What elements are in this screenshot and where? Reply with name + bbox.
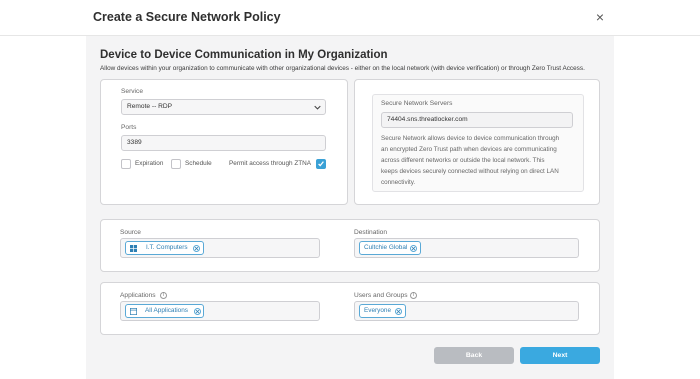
ztna-label: Permit access through ZTNA [229,160,312,167]
sns-input[interactable]: 74404.sns.threatlocker.com [381,112,573,128]
section-description: Allow devices within your organization t… [100,65,585,72]
remove-tag-icon[interactable] [395,307,402,315]
source-field[interactable]: I.T. Computers [120,238,320,258]
sns-inner-panel: Secure Network Servers 74404.sns.threatl… [372,94,584,192]
service-value: Remote -- RDP [127,103,173,110]
sns-info-line: an encrypted Zero Trust path when device… [381,146,557,153]
close-icon[interactable]: × [594,10,606,24]
destination-tag[interactable]: Cultchie Global [359,241,421,255]
sns-info-line: keeps devices securely connected without… [381,168,559,175]
modal-header: Create a Secure Network Policy × [0,0,700,36]
destination-tag-label: Cultchie Global [364,244,408,251]
applications-label: Applications [120,292,156,299]
application-window-icon [130,307,137,315]
sns-info-text: Secure Network allows device to device c… [381,133,581,188]
info-icon[interactable]: i [160,292,167,299]
sns-card: Secure Network Servers 74404.sns.threatl… [354,79,600,205]
source-tag-label: I.T. Computers [146,244,188,251]
ports-value: 3389 [127,139,142,146]
sns-info-line: Secure Network allows device to device c… [381,135,560,142]
chevron-down-icon [314,105,321,110]
schedule-label: Schedule [185,160,212,167]
modal-body: Device to Device Communication in My Org… [86,36,614,379]
remove-tag-icon[interactable] [193,244,200,252]
secure-network-policy-modal: Create a Secure Network Policy × Device … [0,0,700,379]
sns-info-line: connectivity. [381,179,416,186]
source-tag[interactable]: I.T. Computers [125,241,204,255]
applications-tag-label: All Applications [145,307,188,314]
users-groups-field[interactable]: Everyone [354,301,579,321]
applications-field[interactable]: All Applications [120,301,320,321]
schedule-checkbox[interactable] [171,159,181,169]
ports-input[interactable]: 3389 [121,135,326,151]
section-title: Device to Device Communication in My Org… [100,49,388,61]
next-button[interactable]: Next [520,347,600,364]
sns-info-line: across different networks or outside the… [381,157,545,164]
ztna-checkbox[interactable] [316,159,326,169]
destination-label: Destination [354,229,387,236]
service-select[interactable]: Remote -- RDP [121,99,326,115]
expiration-checkbox[interactable] [121,159,131,169]
windows-icon [130,244,137,252]
expiration-label: Expiration [135,160,164,167]
service-card: Service Remote -- RDP Ports 3389 Expirat… [100,79,348,205]
ports-label: Ports [121,124,137,131]
source-destination-card: Source I.T. Computers Destination Cultch… [100,219,600,272]
sns-label: Secure Network Servers [381,100,453,107]
sns-value: 74404.sns.threatlocker.com [387,116,468,123]
remove-tag-icon[interactable] [410,244,417,252]
users-groups-tag-label: Everyone [364,307,391,314]
source-label: Source [120,229,141,236]
applications-users-card: Applications i All Applications Users an… [100,282,600,335]
checkmark-icon [318,161,324,167]
users-groups-label: Users and Groups [354,292,408,299]
info-icon[interactable]: i [410,292,417,299]
service-label: Service [121,88,143,95]
users-groups-tag[interactable]: Everyone [359,304,406,318]
modal-title: Create a Secure Network Policy [93,10,281,24]
applications-tag[interactable]: All Applications [125,304,204,318]
destination-field[interactable]: Cultchie Global [354,238,579,258]
remove-tag-icon[interactable] [194,307,201,315]
back-button[interactable]: Back [434,347,514,364]
